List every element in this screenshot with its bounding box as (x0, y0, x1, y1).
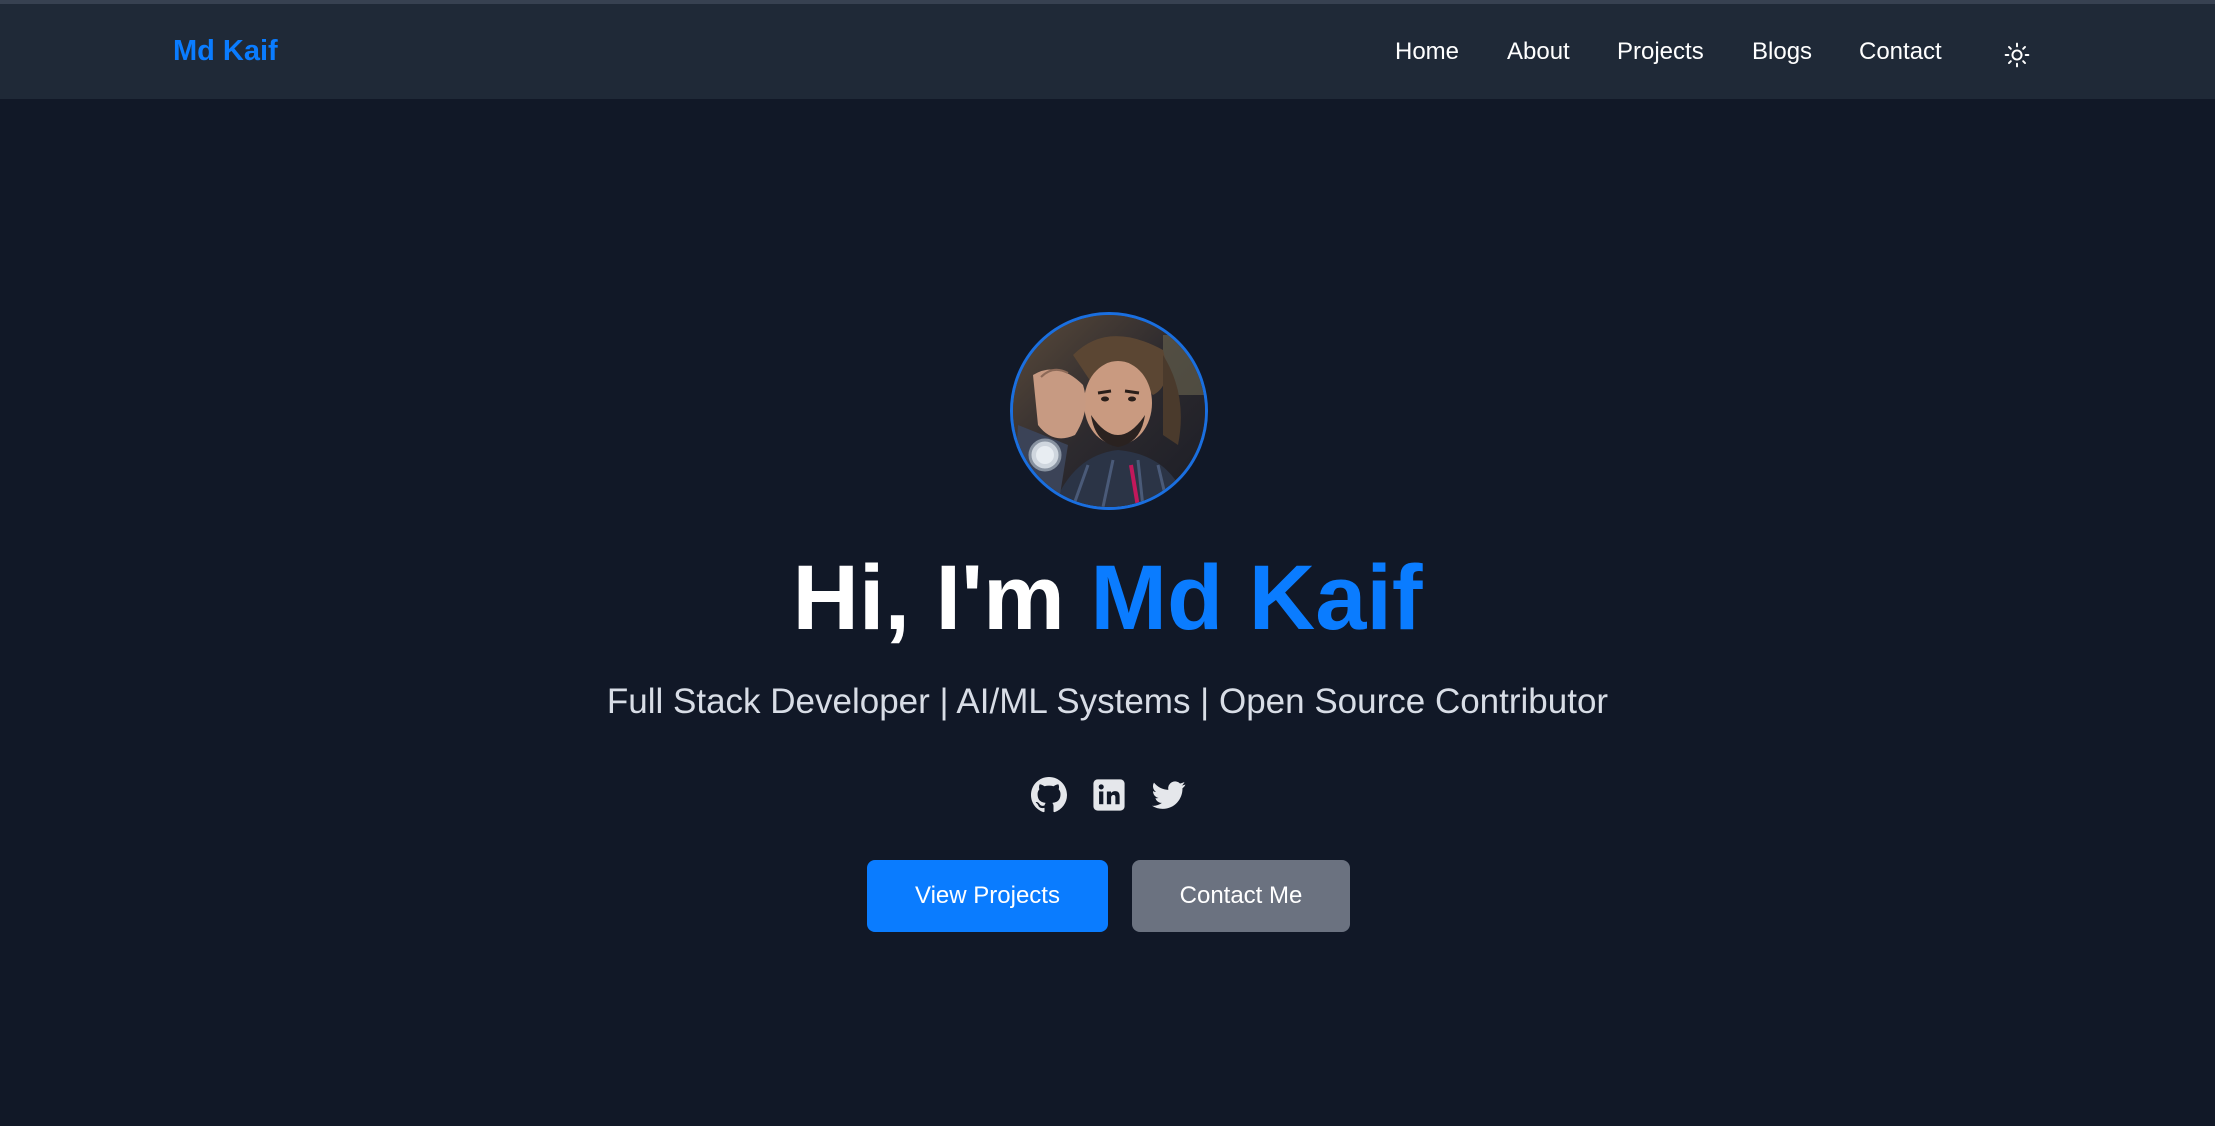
hero-greeting: Hi, I'm (792, 547, 1091, 649)
github-icon (1031, 777, 1067, 813)
social-links (1029, 775, 1191, 815)
hero-section: Hi, I'm Md Kaif Full Stack Developer | A… (0, 99, 2215, 1126)
hero-tagline: Full Stack Developer | AI/ML Systems | O… (606, 682, 1609, 721)
theme-toggle-button[interactable] (1999, 37, 2035, 73)
profile-photo-icon (1013, 315, 1205, 507)
hero-name: Md Kaif (1090, 547, 1423, 649)
nav-links: Home About Projects Blogs Contact (0, 38, 2215, 68)
twitter-link[interactable] (1149, 775, 1189, 815)
nav-link-projects[interactable]: Projects (1617, 38, 1704, 66)
profile-avatar (1010, 312, 1208, 510)
navbar: Md Kaif Home About Projects Blogs Contac… (0, 4, 2215, 99)
nav-link-home[interactable]: Home (1395, 38, 1459, 66)
view-projects-button[interactable]: View Projects (867, 860, 1108, 932)
linkedin-link[interactable] (1089, 775, 1129, 815)
github-link[interactable] (1029, 775, 1069, 815)
hero-headline: Hi, I'm Md Kaif (0, 547, 2215, 649)
nav-link-blogs[interactable]: Blogs (1752, 38, 1812, 66)
linkedin-icon (1093, 779, 1125, 811)
contact-me-button[interactable]: Contact Me (1132, 860, 1350, 932)
nav-link-contact[interactable]: Contact (1859, 38, 1942, 66)
sun-icon (2004, 42, 2030, 68)
twitter-icon (1152, 781, 1186, 809)
nav-link-about[interactable]: About (1507, 38, 1570, 66)
